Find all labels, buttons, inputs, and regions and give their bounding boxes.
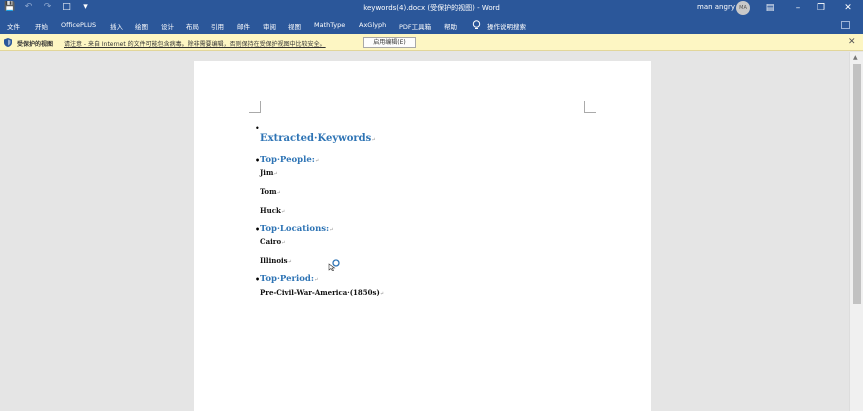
tab-review[interactable]: 审阅 (263, 21, 276, 31)
lightbulb-icon[interactable] (472, 20, 481, 30)
tab-file[interactable]: 文件 (7, 21, 20, 31)
ribbon-tabs: 文件 开始 OfficePLUS 插入 绘图 设计 布局 引用 邮件 审阅 视图… (0, 17, 863, 34)
protected-view-title: 受保护的视图 (17, 41, 54, 48)
close-icon[interactable]: ✕ (840, 1, 856, 15)
tab-mailings[interactable]: 邮件 (237, 21, 250, 31)
protected-view-message[interactable]: 请注意 - 来自 Internet 的文件可能包含病毒。除非需要编辑，否则保持在… (64, 39, 326, 48)
tab-layout[interactable]: 布局 (186, 21, 199, 31)
list-item: Illinois↵ (260, 256, 292, 265)
tab-home[interactable]: 开始 (35, 21, 48, 31)
tab-help[interactable]: 帮助 (444, 21, 457, 31)
redo-icon[interactable]: ↷ (42, 2, 53, 13)
minimize-icon[interactable]: – (790, 1, 806, 15)
tab-design[interactable]: 设计 (161, 21, 174, 31)
user-name[interactable]: man angry (697, 3, 735, 11)
document-area: • Extracted·Keywords↵ • Top·People:↵ Jim… (0, 52, 849, 411)
bullet-icon: • (255, 224, 261, 234)
enable-editing-button[interactable]: 启用编辑(E) (363, 37, 416, 48)
close-icon[interactable]: ✕ (848, 37, 856, 47)
vertical-scrollbar[interactable]: ▲ (849, 52, 863, 411)
list-item: Jim↵ (260, 168, 278, 177)
tab-references[interactable]: 引用 (211, 21, 224, 31)
restore-icon[interactable]: ❐ (813, 1, 829, 15)
tab-view[interactable]: 视图 (288, 21, 301, 31)
tab-axglyph[interactable]: AxGlyph (359, 21, 386, 29)
scroll-up-icon[interactable]: ▲ (853, 54, 858, 61)
mouse-cursor-icon (328, 259, 340, 271)
crop-mark (249, 101, 261, 113)
tab-mathtype[interactable]: MathType (314, 21, 345, 29)
bullet-icon: • (255, 155, 261, 165)
ribbon-display-icon[interactable]: ▤ (762, 1, 778, 15)
tab-officeplus[interactable]: OfficePLUS (61, 21, 96, 29)
section-title: • Top·People:↵ (255, 155, 320, 165)
comments-icon[interactable] (841, 21, 850, 29)
bullet-icon: • (255, 274, 261, 284)
crop-mark (584, 101, 596, 113)
avatar[interactable]: MA (736, 1, 750, 15)
protected-view-bar: 受保护的视图 请注意 - 来自 Internet 的文件可能包含病毒。除非需要编… (0, 34, 863, 51)
tab-pdf-tools[interactable]: PDF工具箱 (399, 21, 431, 31)
title-bar: 💾 ↶ ↷ □ ▾ keywords(4).docx (受保护的视图) - Wo… (0, 0, 863, 17)
document-page[interactable]: • Extracted·Keywords↵ • Top·People:↵ Jim… (194, 61, 651, 411)
quick-access-toolbar: 💾 ↶ ↷ □ ▾ (4, 2, 91, 13)
list-item: Tom↵ (260, 187, 281, 196)
list-item: Huck↵ (260, 206, 286, 215)
shield-icon (4, 38, 12, 47)
tab-insert[interactable]: 插入 (110, 21, 123, 31)
save-icon[interactable]: 💾 (4, 2, 15, 13)
scrollbar-thumb[interactable] (853, 64, 861, 304)
document-heading: Extracted·Keywords↵ (260, 133, 376, 144)
tab-draw[interactable]: 绘图 (135, 21, 148, 31)
bullet-icon: • (255, 124, 260, 133)
print-preview-icon[interactable]: □ (61, 2, 72, 13)
undo-icon[interactable]: ↶ (23, 2, 34, 13)
section-title: • Top·Locations:↵ (255, 224, 334, 234)
list-item: Cairo↵ (260, 237, 286, 246)
list-item: Pre-Civil-War-America·(1850s)↵ (260, 288, 384, 297)
section-title: • Top·Period:↵ (255, 274, 319, 284)
customize-icon[interactable]: ▾ (80, 2, 91, 13)
tell-me-search[interactable]: 操作说明搜索 (487, 21, 526, 31)
